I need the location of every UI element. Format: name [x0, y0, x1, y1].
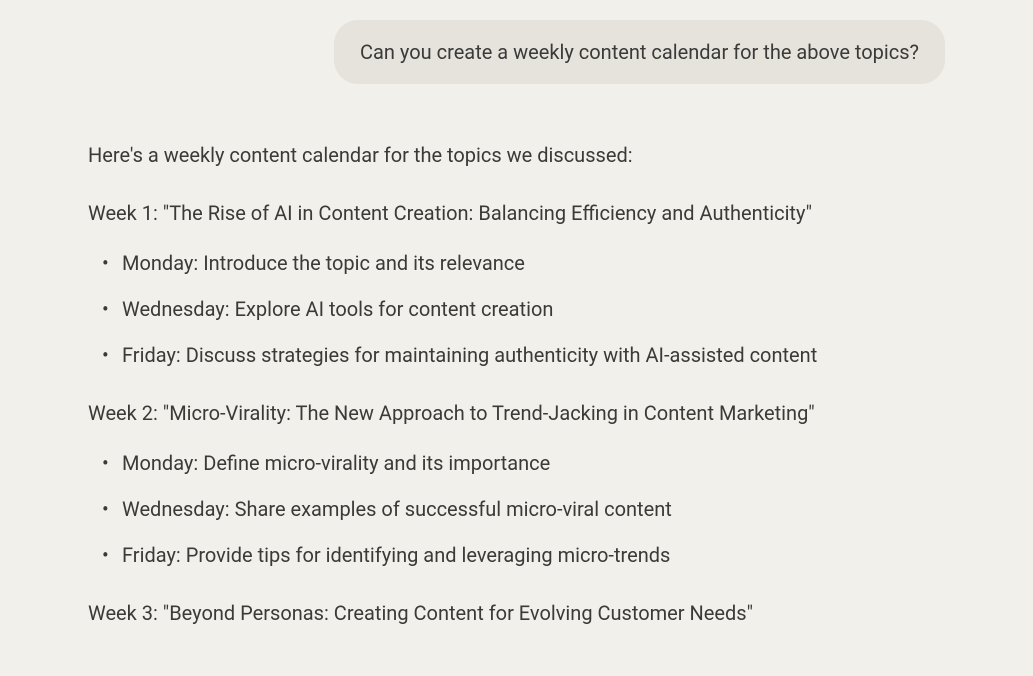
- list-item: Wednesday: Explore AI tools for content …: [122, 294, 945, 324]
- week-2-heading: Week 2: "Micro-Virality: The New Approac…: [88, 398, 945, 428]
- list-item: Wednesday: Share examples of successful …: [122, 494, 945, 524]
- user-message-row: Can you create a weekly content calendar…: [88, 20, 945, 84]
- list-item: Friday: Discuss strategies for maintaini…: [122, 340, 945, 370]
- list-item: Friday: Provide tips for identifying and…: [122, 540, 945, 570]
- week-1-list: Monday: Introduce the topic and its rele…: [88, 248, 945, 370]
- chat-container: Can you create a weekly content calendar…: [0, 0, 1033, 628]
- week-1-heading: Week 1: "The Rise of AI in Content Creat…: [88, 198, 945, 228]
- assistant-intro: Here's a weekly content calendar for the…: [88, 140, 945, 170]
- list-item: Monday: Define micro-virality and its im…: [122, 448, 945, 478]
- week-3-heading: Week 3: "Beyond Personas: Creating Conte…: [88, 598, 945, 628]
- assistant-message: Here's a weekly content calendar for the…: [88, 140, 945, 628]
- week-2-list: Monday: Define micro-virality and its im…: [88, 448, 945, 570]
- list-item: Monday: Introduce the topic and its rele…: [122, 248, 945, 278]
- user-message[interactable]: Can you create a weekly content calendar…: [334, 20, 945, 84]
